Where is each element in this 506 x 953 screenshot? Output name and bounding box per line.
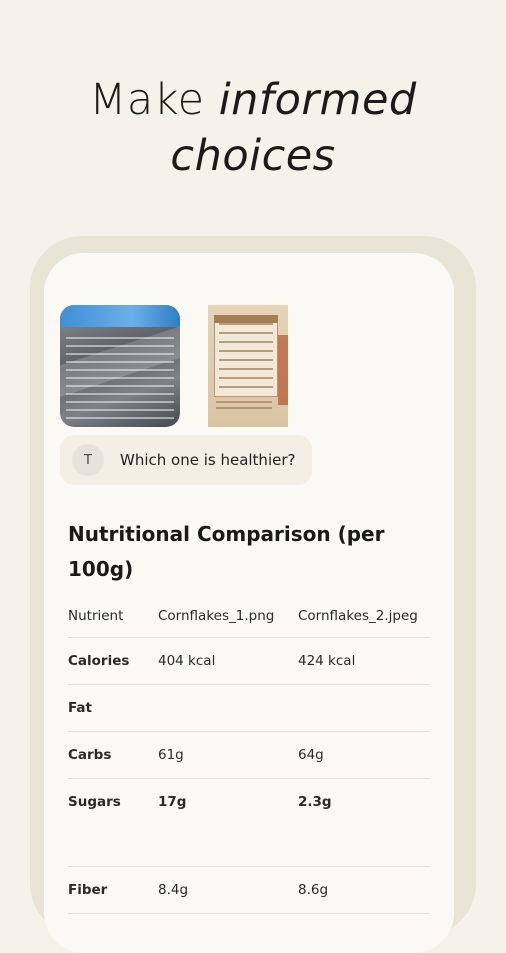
label-side [278,335,288,405]
table-row: Sugars 17g 2.3g [68,778,430,867]
headline-normal: Make [89,75,219,125]
nutrient-name: Calories [68,637,158,685]
label-band [60,305,180,327]
value-cornflakes-2: 424 kcal [298,637,430,685]
row-line [219,350,273,352]
table-header-row: Nutrient Cornflakes_1.png Cornflakes_2.j… [68,595,430,638]
headline-italic-1: informed [218,75,417,125]
label-panel [214,315,278,397]
nutrition-table: Nutrient Cornflakes_1.png Cornflakes_2.j… [68,595,430,914]
row-line [66,393,174,395]
value-cornflakes-2: 2.3g [298,778,430,867]
nutrient-name: Fiber [68,866,158,914]
nutrient-name: Sugars [68,778,158,867]
value-cornflakes-2: 8.6g [298,866,430,914]
row-line [219,341,273,343]
row-line [219,359,273,361]
row-line [219,386,273,388]
label-footer [216,401,272,403]
row-line [219,323,273,325]
value-cornflakes-1: 17g [158,778,298,867]
nutrient-name: Fat [68,684,158,732]
row-line [219,377,273,379]
value-cornflakes-1: 404 kcal [158,637,298,685]
value-cornflakes-1 [158,684,298,732]
headline: Make informed choices [0,72,506,184]
headline-line-1: Make informed [0,72,506,128]
avatar: T [72,444,104,476]
value-cornflakes-2: 64g [298,731,430,779]
table-row: Fat [68,684,430,732]
image-thumbnail-cornflakes-2[interactable] [208,305,288,427]
header-nutrient: Nutrient [68,595,158,638]
user-message-bubble: T Which one is healthier? [60,435,312,485]
value-cornflakes-1: 8.4g [158,866,298,914]
table-row: Carbs 61g 64g [68,731,430,779]
row-line [66,401,174,403]
row-line [219,332,273,334]
row-line [219,368,273,370]
value-cornflakes-2 [298,684,430,732]
phone-screen: T Which one is healthier? Nutritional Co… [44,253,454,953]
header-cornflakes-1: Cornflakes_1.png [158,595,298,638]
section-title: Nutritional Comparison (per 100g) [68,522,385,581]
label-header [214,315,278,323]
header-cornflakes-2: Cornflakes_2.jpeg [298,595,430,638]
row-line [66,417,174,419]
nutrient-name: Carbs [68,731,158,779]
row-line [66,409,174,411]
headline-line-2: choices [170,131,336,181]
image-thumbnail-cornflakes-1[interactable] [60,305,180,427]
value-cornflakes-1: 61g [158,731,298,779]
user-question: Which one is healthier? [120,451,296,469]
table-row: Fiber 8.4g 8.6g [68,866,430,914]
table-row: Calories 404 kcal 424 kcal [68,637,430,685]
